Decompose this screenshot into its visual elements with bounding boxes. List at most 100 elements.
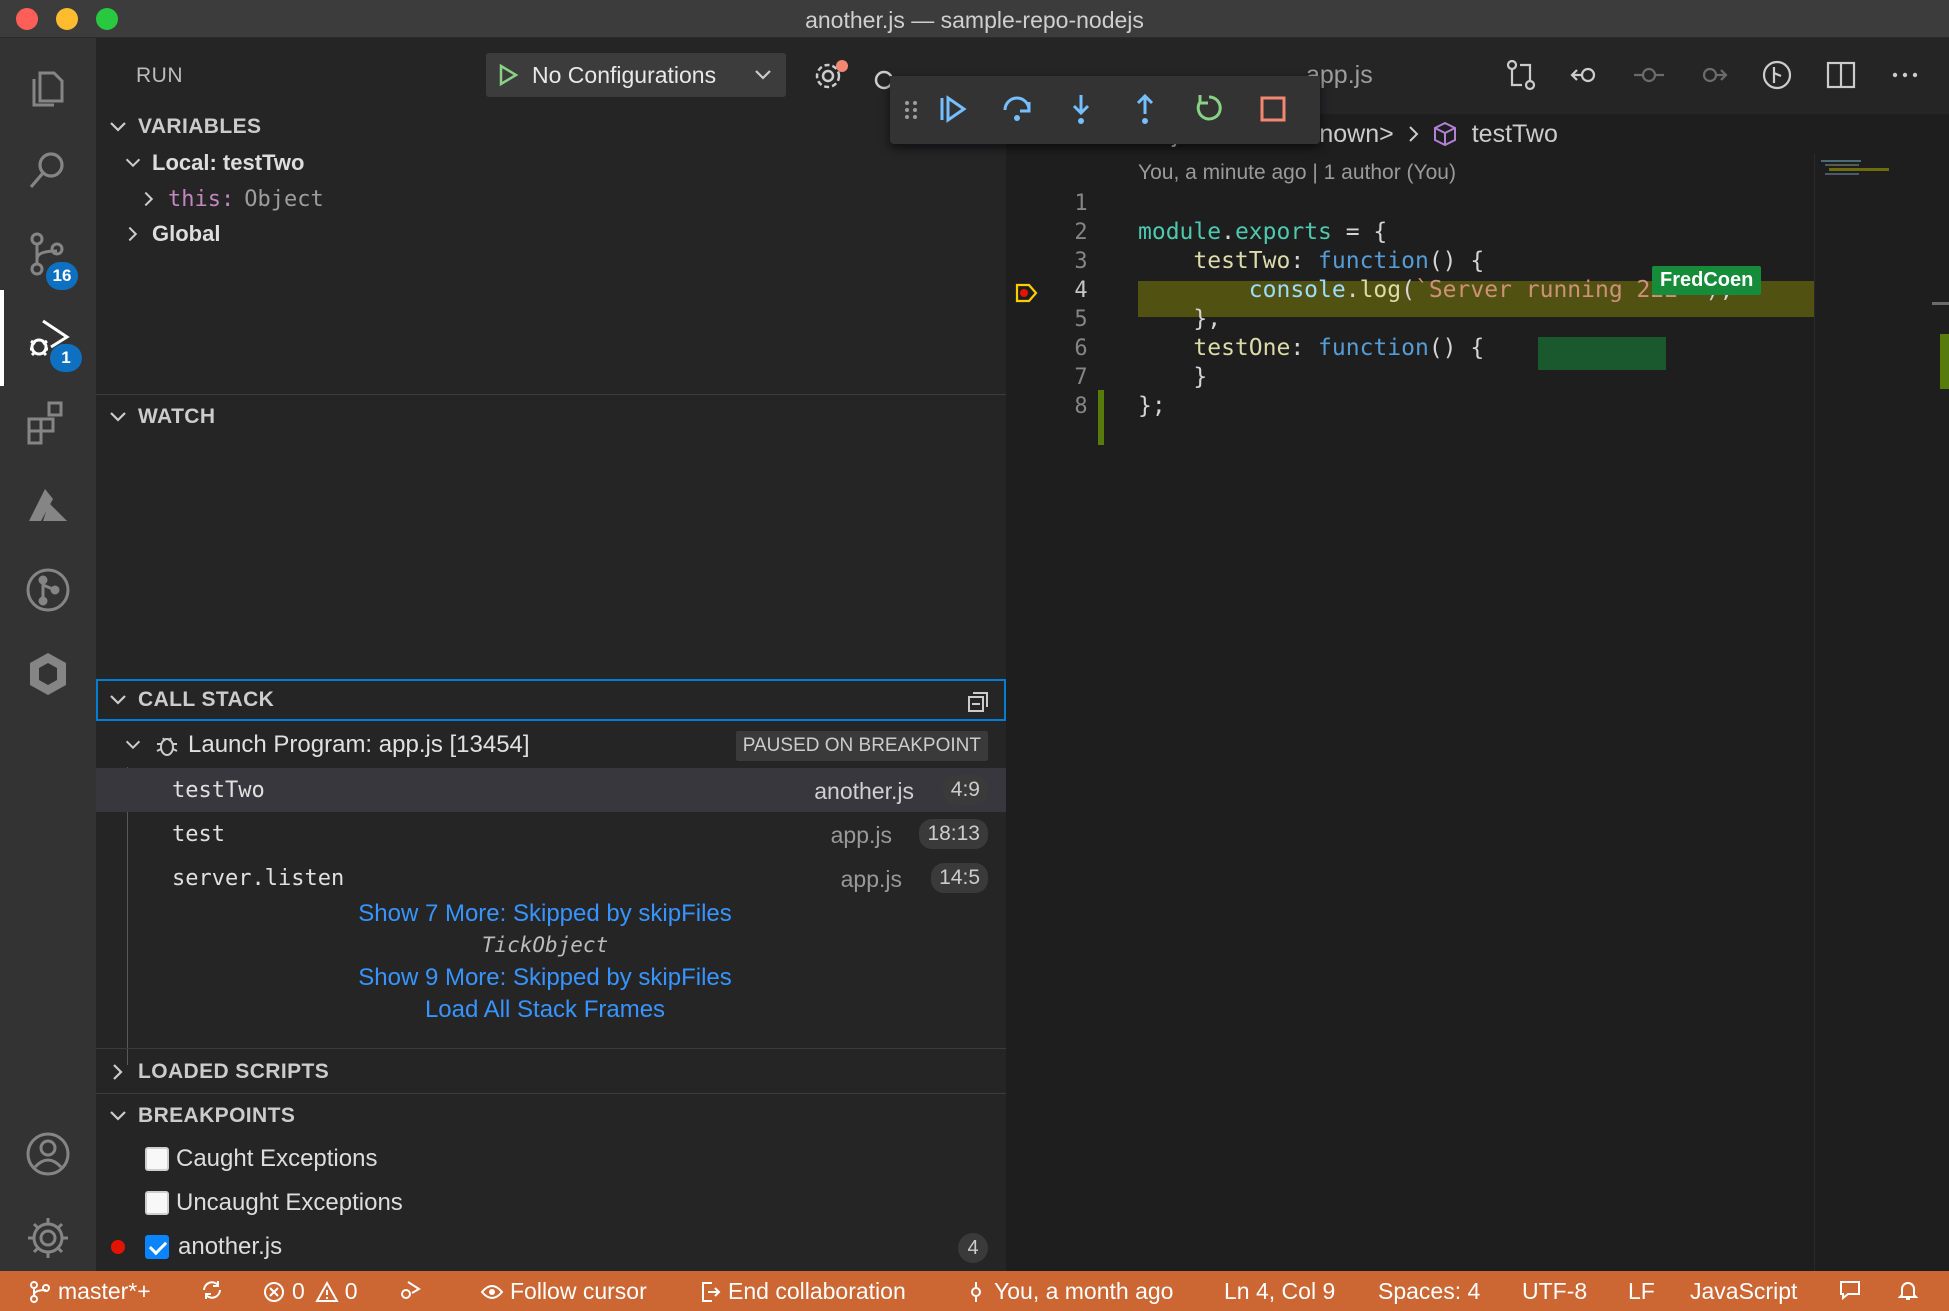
- sync-icon: [203, 1281, 221, 1299]
- minimap-line: [1825, 173, 1859, 175]
- another-js-breakpoint-checkbox[interactable]: [145, 1235, 169, 1259]
- end-collaboration-status[interactable]: End collaboration: [698, 1278, 906, 1305]
- stop-icon[interactable]: [1256, 92, 1290, 126]
- watch-title: WATCH: [138, 405, 216, 428]
- watch-section-header[interactable]: WATCH: [96, 396, 1006, 438]
- breakpoint-label: Caught Exceptions: [176, 1145, 378, 1172]
- follow-cursor-status[interactable]: Follow cursor: [480, 1278, 647, 1305]
- open-changes-icon[interactable]: [1504, 58, 1538, 92]
- eol-status[interactable]: LF: [1628, 1278, 1655, 1305]
- start-debugging-icon[interactable]: [496, 63, 520, 87]
- branch-name: master*+: [58, 1278, 151, 1304]
- language-mode-status[interactable]: JavaScript: [1690, 1278, 1797, 1305]
- scope-global[interactable]: Global: [96, 212, 1006, 256]
- drag-handle-icon[interactable]: [900, 92, 922, 126]
- open-launch-json-gear-icon[interactable]: [812, 58, 852, 94]
- breakpoint-label: Uncaught Exceptions: [176, 1189, 403, 1216]
- line-number: 7: [1074, 365, 1088, 390]
- caught-exceptions-checkbox[interactable]: [145, 1147, 169, 1171]
- stack-frame-name: testTwo: [172, 778, 265, 803]
- branch-status[interactable]: master*+: [28, 1278, 151, 1305]
- debug-console-icon[interactable]: [872, 58, 892, 94]
- debug-session-row[interactable]: Launch Program: app.js [13454] PAUSED ON…: [96, 723, 1006, 767]
- tick-object-frame[interactable]: TickObject: [126, 933, 964, 957]
- session-state-badge: PAUSED ON BREAKPOINT: [735, 731, 988, 761]
- error-icon: [264, 1281, 284, 1302]
- cursor-position-status[interactable]: Ln 4, Col 9: [1224, 1278, 1335, 1305]
- go-forward-icon[interactable]: [1696, 58, 1730, 92]
- breakpoint-another-js[interactable]: another.js 4: [96, 1225, 1006, 1269]
- indentation-status[interactable]: Spaces: 4: [1378, 1278, 1480, 1305]
- gutter-modified-indicator: [1098, 390, 1104, 445]
- feedback-status[interactable]: [1838, 1278, 1868, 1302]
- load-all-stack-frames-link[interactable]: Load All Stack Frames: [126, 996, 964, 1024]
- breadcrumb-symbol-testtwo[interactable]: testTwo: [1472, 120, 1558, 149]
- debug-alt-icon: [401, 1281, 421, 1299]
- commit-icon[interactable]: [1632, 58, 1666, 92]
- show-more-frames-link[interactable]: Show 7 More: Skipped by skipFiles: [126, 900, 964, 928]
- codelens-blame[interactable]: You, a minute ago | 1 author (You): [1138, 161, 1456, 185]
- code-line[interactable]: 8 };: [1006, 390, 1949, 426]
- code-token: testTwo: [1138, 248, 1291, 274]
- code-text: testOne: function() {: [1138, 335, 1484, 361]
- source-control-icon[interactable]: 16: [0, 206, 96, 302]
- azure-icon[interactable]: [0, 458, 96, 554]
- feedback-icon: [1840, 1281, 1860, 1301]
- stack-frame[interactable]: server.listen app.js 14:5: [96, 856, 1006, 900]
- section-divider: [96, 1048, 1006, 1049]
- breakpoint-uncaught-exceptions[interactable]: Uncaught Exceptions: [96, 1181, 1006, 1225]
- run-debug-panel: RUN No Configurations VARIABLES Local: t…: [96, 38, 1006, 1271]
- stack-frame[interactable]: test app.js 18:13: [96, 812, 1006, 856]
- code-text: },: [1138, 306, 1222, 332]
- show-more-frames-link[interactable]: Show 9 More: Skipped by skipFiles: [126, 964, 964, 992]
- sync-status[interactable]: [200, 1278, 230, 1302]
- stack-frame-position: 18:13: [919, 819, 988, 849]
- loaded-scripts-section-header[interactable]: LOADED SCRIPTS: [96, 1051, 1006, 1093]
- breakpoint-dot-icon: [111, 1240, 125, 1254]
- code-token: console: [1138, 277, 1346, 303]
- problems-status[interactable]: 0 0: [262, 1278, 358, 1305]
- encoding-status[interactable]: UTF-8: [1522, 1278, 1587, 1305]
- status-bar: master*+ 0 0 Follow cursor End collabora…: [0, 1271, 1949, 1311]
- step-over-icon[interactable]: [1000, 92, 1034, 126]
- extensions-icon[interactable]: [0, 374, 96, 470]
- uncaught-exceptions-checkbox[interactable]: [145, 1191, 169, 1215]
- code-token: :: [1290, 335, 1319, 361]
- git-graph-icon[interactable]: [0, 542, 96, 638]
- stack-frame-position: 14:5: [931, 863, 988, 893]
- editor-area: app.js JS another.js <unknown> testTwo Y…: [890, 38, 1949, 1271]
- line-number: 1: [1074, 191, 1088, 216]
- search-icon[interactable]: [0, 122, 96, 218]
- breakpoints-section-header[interactable]: BREAKPOINTS: [96, 1095, 1006, 1137]
- breakpoint-caught-exceptions[interactable]: Caught Exceptions: [96, 1137, 1006, 1181]
- git-history-icon[interactable]: [1760, 58, 1794, 92]
- call-stack-section-header[interactable]: CALL STACK: [96, 679, 1006, 721]
- stopped-breakpoint-icon[interactable]: [1014, 281, 1038, 305]
- code-text: module.exports = {: [1138, 219, 1387, 245]
- code-token: function: [1318, 248, 1429, 274]
- continue-icon[interactable]: [936, 92, 970, 126]
- accounts-icon[interactable]: [0, 1106, 96, 1202]
- loaded-scripts-title: LOADED SCRIPTS: [138, 1060, 330, 1083]
- debug-configuration-select[interactable]: No Configurations: [486, 53, 786, 97]
- more-actions-icon[interactable]: [1888, 58, 1922, 92]
- run-debug-icon[interactable]: 1: [0, 290, 96, 386]
- run-panel-title: RUN: [136, 64, 183, 87]
- restart-icon[interactable]: [1192, 92, 1226, 126]
- editor-scrollbar[interactable]: [1926, 154, 1949, 1271]
- step-into-icon[interactable]: [1064, 92, 1098, 126]
- step-out-icon[interactable]: [1128, 92, 1162, 126]
- chevron-down-icon: [755, 70, 771, 80]
- chevron-down-icon: [110, 695, 126, 705]
- go-back-icon[interactable]: [1568, 58, 1602, 92]
- collapse-all-icon[interactable]: [966, 690, 990, 714]
- debug-status[interactable]: [398, 1278, 428, 1302]
- live-share-icon[interactable]: [0, 626, 96, 722]
- git-blame-status[interactable]: You, a month ago: [964, 1278, 1173, 1305]
- notifications-status[interactable]: [1896, 1278, 1926, 1302]
- minimap[interactable]: [1814, 154, 1926, 1271]
- split-editor-icon[interactable]: [1824, 58, 1858, 92]
- explorer-icon[interactable]: [0, 38, 96, 134]
- stack-frame[interactable]: testTwo another.js 4:9: [96, 768, 1006, 812]
- stack-frame-file: app.js: [840, 866, 902, 892]
